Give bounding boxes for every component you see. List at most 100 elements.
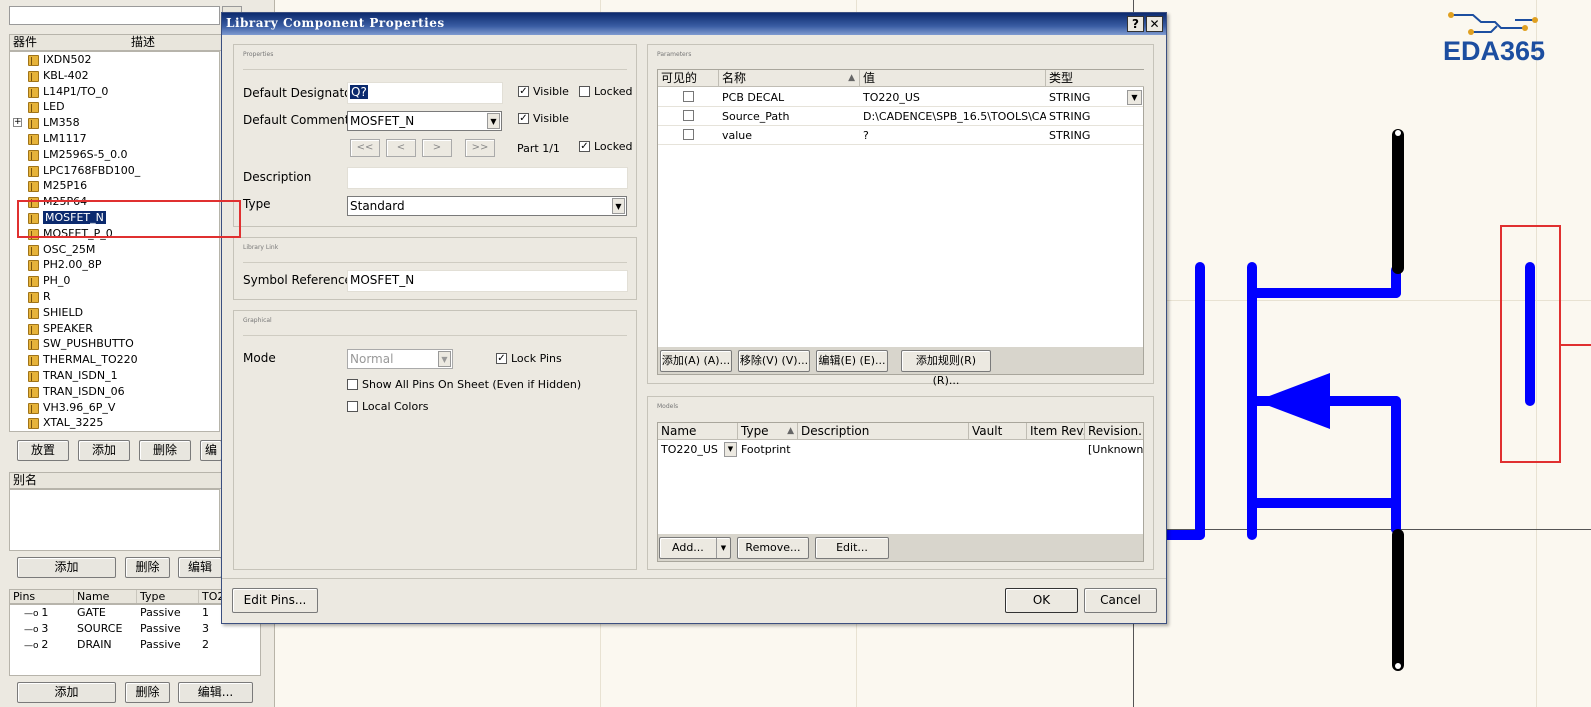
add-model-button[interactable]: Add... ▼: [659, 537, 731, 559]
edit-model-button[interactable]: Edit...: [815, 537, 889, 559]
place-button[interactable]: 放置: [17, 440, 69, 461]
mosfet-n-symbol[interactable]: [1160, 125, 1591, 680]
component-list-item[interactable]: M25P16: [10, 178, 219, 194]
component-list-item[interactable]: L14P1/TO_0: [10, 84, 219, 100]
delete-alias-button[interactable]: 删除: [125, 557, 170, 578]
column-name[interactable]: Name: [74, 590, 137, 603]
component-list-item[interactable]: R: [10, 289, 219, 305]
column-type[interactable]: 类型: [1046, 70, 1144, 87]
component-list-item[interactable]: THERMAL_TO220: [10, 352, 219, 368]
designator-locked-checkbox[interactable]: [579, 86, 590, 97]
next-part-button[interactable]: >: [422, 139, 452, 157]
add-parameter-button[interactable]: 添加(A) (A)...: [660, 350, 732, 372]
parameter-visible-checkbox[interactable]: [683, 129, 694, 140]
edit-pins-button[interactable]: Edit Pins...: [232, 588, 318, 613]
remove-parameter-button[interactable]: 移除(V) (V)...: [738, 350, 810, 372]
parameter-visible-checkbox[interactable]: [683, 91, 694, 102]
mode-combobox[interactable]: Normal ▼: [347, 349, 453, 369]
edit-alias-button[interactable]: 编辑: [178, 557, 222, 578]
add-pin-button[interactable]: 添加: [17, 682, 116, 703]
model-row[interactable]: TO220_US Footprint [Unknown] ▼: [658, 441, 1143, 459]
ok-button[interactable]: OK: [1005, 588, 1078, 613]
parameters-table[interactable]: 可见的 名称 ▲ 值 类型 PCB DECAL TO220_US STRING ▼ Sou…: [657, 69, 1144, 387]
help-button[interactable]: ?: [1127, 16, 1144, 32]
column-vault[interactable]: Vault: [969, 423, 1027, 440]
column-item-rev[interactable]: Item Rev...: [1027, 423, 1085, 440]
component-list-item[interactable]: TRAN_ISDN_06: [10, 384, 219, 400]
lock-pins-checkbox[interactable]: ✓: [496, 353, 507, 364]
component-list-item[interactable]: SW_PUSHBUTTO: [10, 336, 219, 352]
default-comment-combobox[interactable]: MOSFET_N ▼: [347, 111, 502, 131]
first-part-button[interactable]: <<: [350, 139, 380, 157]
local-colors-label: Local Colors: [362, 400, 429, 413]
component-list-item[interactable]: OSC_25M: [10, 242, 219, 258]
component-list-item[interactable]: TRAN_ISDN_1: [10, 368, 219, 384]
column-name[interactable]: 名称 ▲: [719, 70, 860, 87]
column-components[interactable]: 器件: [10, 35, 128, 50]
column-model-name[interactable]: Name: [658, 423, 738, 440]
component-list-item[interactable]: PH_0: [10, 273, 219, 289]
component-list-item[interactable]: KBL-402: [10, 68, 219, 84]
add-component-button[interactable]: 添加: [78, 440, 130, 461]
column-model-type[interactable]: Type ▲: [738, 423, 798, 440]
component-list-item[interactable]: LED: [10, 99, 219, 115]
models-table[interactable]: Name Type▲ Description Vault Item Rev...…: [657, 422, 1144, 562]
chevron-down-icon[interactable]: ▼: [438, 351, 451, 367]
alias-list[interactable]: [9, 489, 220, 551]
parameter-row[interactable]: value? STRING: [658, 126, 1143, 145]
expand-icon[interactable]: +: [13, 118, 22, 128]
description-label: Description: [243, 170, 312, 184]
dialog-titlebar[interactable]: Library Component Properties ? ✕: [222, 13, 1166, 35]
description-input[interactable]: [347, 167, 628, 189]
column-model-description[interactable]: Description: [798, 423, 969, 440]
component-list-item[interactable]: LPC1768FBD100_: [10, 163, 219, 179]
add-alias-button[interactable]: 添加: [17, 557, 116, 578]
column-revision[interactable]: Revision...: [1085, 423, 1143, 440]
chevron-down-icon[interactable]: ▼: [612, 198, 625, 214]
filter-input[interactable]: [9, 6, 220, 25]
column-value[interactable]: 值: [860, 70, 1046, 87]
parameter-row[interactable]: Source_Path D:\CADENCE\SPB_16.5\TOOLS\CAP…: [658, 107, 1143, 126]
chevron-down-icon[interactable]: ▼: [487, 113, 500, 129]
comment-visible-checkbox[interactable]: ✓: [518, 113, 529, 124]
chevron-down-icon[interactable]: ▼: [716, 538, 730, 558]
component-list-item[interactable]: PH2.00_8P: [10, 257, 219, 273]
edit-parameter-button[interactable]: 编辑(E) (E)...: [816, 350, 888, 372]
column-description[interactable]: 描述: [128, 35, 155, 50]
component-list-item[interactable]: XTAL_3225: [10, 415, 219, 431]
component-list-item[interactable]: IXDN502: [10, 52, 219, 68]
parameter-row[interactable]: PCB DECAL TO220_US STRING ▼: [658, 88, 1143, 107]
component-list[interactable]: IXDN502 KBL-402 L14P1/TO_0 LED + LM358 LM1117 L…: [9, 51, 220, 432]
default-designator-label: Default Designator: [243, 86, 357, 100]
component-list-item[interactable]: + LM358: [10, 115, 219, 131]
last-part-button[interactable]: >>: [465, 139, 495, 157]
column-visible[interactable]: 可见的: [658, 70, 719, 87]
part-locked-checkbox[interactable]: ✓: [579, 141, 590, 152]
edit-pin-button[interactable]: 编辑...: [178, 682, 253, 703]
show-all-pins-checkbox[interactable]: [347, 379, 358, 390]
parameter-visible-checkbox[interactable]: [683, 110, 694, 121]
chevron-down-icon[interactable]: ▼: [724, 442, 737, 457]
column-pins[interactable]: Pins: [10, 590, 74, 603]
component-list-item[interactable]: SHIELD: [10, 305, 219, 321]
default-designator-input[interactable]: Q?: [347, 82, 503, 104]
close-icon[interactable]: ✕: [1146, 16, 1163, 32]
prev-part-button[interactable]: <: [386, 139, 416, 157]
component-list-item[interactable]: SPEAKER: [10, 321, 219, 337]
add-rule-button[interactable]: 添加规则(R) (R)...: [901, 350, 991, 387]
symbol-reference-input[interactable]: MOSFET_N: [347, 270, 628, 292]
component-list-item[interactable]: LM2596S-5_0.0: [10, 147, 219, 163]
component-list-item[interactable]: VH3.96_6P_V: [10, 400, 219, 416]
designator-visible-checkbox[interactable]: ✓: [518, 86, 529, 97]
chevron-down-icon[interactable]: ▼: [1127, 90, 1142, 105]
type-combobox[interactable]: Standard ▼: [347, 196, 627, 216]
edit-component-button[interactable]: 编: [200, 440, 222, 461]
cancel-button[interactable]: Cancel: [1084, 588, 1157, 613]
delete-pin-button[interactable]: 删除: [125, 682, 170, 703]
delete-component-button[interactable]: 删除: [139, 440, 191, 461]
column-type[interactable]: Type: [137, 590, 199, 603]
remove-model-button[interactable]: Remove...: [737, 537, 809, 559]
component-list-item[interactable]: LM1117: [10, 131, 219, 147]
pin-row[interactable]: —o 2 DRAIN Passive 2: [10, 637, 260, 653]
local-colors-checkbox[interactable]: [347, 401, 358, 412]
